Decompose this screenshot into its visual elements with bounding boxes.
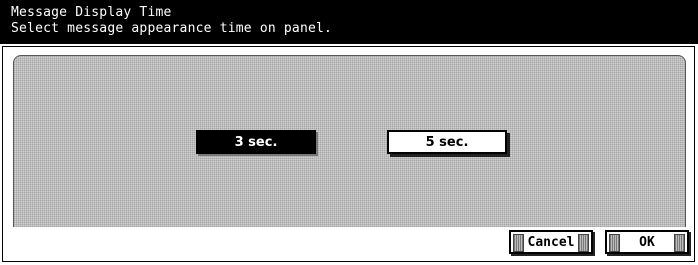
- dithered-background: [13, 55, 686, 227]
- ok-button[interactable]: OK: [605, 230, 689, 254]
- option-3-sec-button[interactable]: 3 sec.: [196, 130, 316, 154]
- ok-label: OK: [639, 234, 655, 250]
- button-left-tab-icon: [609, 234, 620, 252]
- button-left-tab-icon: [513, 234, 524, 252]
- selection-area: [3, 47, 696, 227]
- button-right-tab-icon: [674, 234, 685, 252]
- button-right-tab-icon: [578, 234, 589, 252]
- cancel-button[interactable]: Cancel: [509, 230, 593, 254]
- title-bar: Message Display Time Select message appe…: [0, 0, 698, 44]
- page-instruction: Select message appearance time on panel.: [11, 21, 333, 36]
- option-5-sec-label: 5 sec.: [425, 134, 469, 150]
- option-3-sec-label: 3 sec.: [234, 134, 278, 150]
- option-5-sec-button[interactable]: 5 sec.: [387, 130, 507, 154]
- cancel-label: Cancel: [527, 234, 575, 250]
- page-title: Message Display Time: [11, 5, 172, 20]
